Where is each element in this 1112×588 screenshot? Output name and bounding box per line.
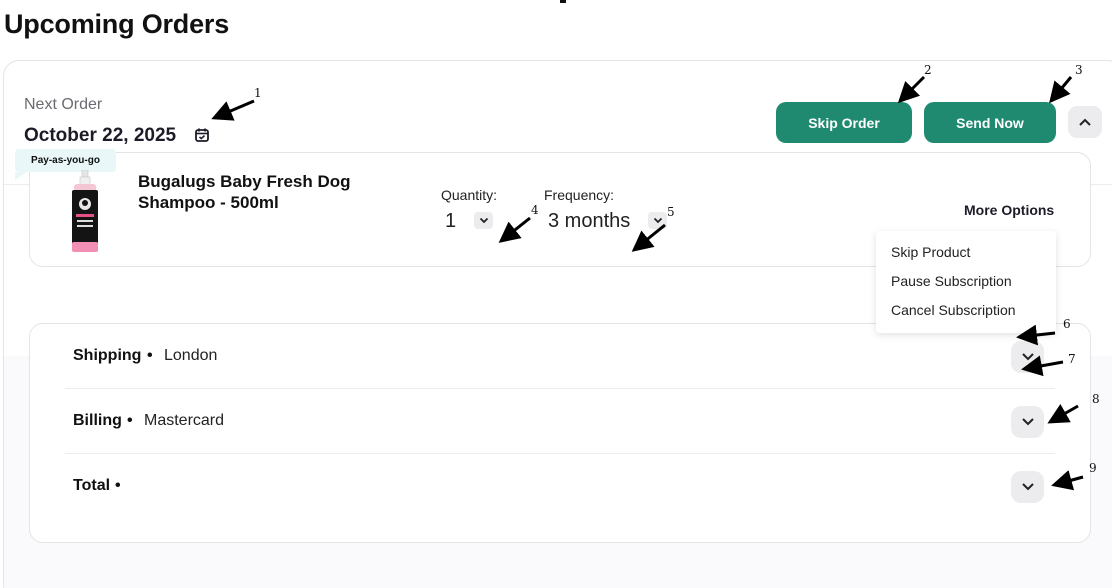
separator-dot: •	[147, 347, 153, 364]
collapse-order-button[interactable]	[1068, 106, 1102, 138]
frequency-label: Frequency:	[544, 187, 615, 203]
annotation-number-4: 4	[531, 203, 539, 217]
badge-tail	[15, 172, 27, 180]
shipping-value: London	[164, 347, 218, 364]
total-expand-button[interactable]	[1011, 471, 1044, 503]
product-name: Bugalugs Baby Fresh Dog Shampoo - 500ml	[138, 172, 351, 212]
annotation-number-2: 2	[924, 63, 932, 77]
chevron-down-icon	[1021, 483, 1034, 491]
more-options-menu: Skip Product Pause Subscription Cancel S…	[876, 231, 1056, 333]
chevron-down-icon	[1021, 353, 1034, 361]
annotation-number-9: 9	[1089, 461, 1097, 475]
frequency-value: 3 months	[548, 210, 631, 232]
total-label: Total	[73, 477, 111, 494]
top-edge-mark	[560, 0, 566, 3]
skip-order-button[interactable]: Skip Order	[776, 102, 912, 143]
shipping-label: Shipping	[73, 347, 142, 364]
chevron-down-icon	[653, 217, 662, 224]
frequency-dropdown-button[interactable]	[648, 212, 667, 229]
menu-item-skip-product[interactable]: Skip Product	[891, 244, 970, 260]
billing-label: Billing	[73, 412, 122, 429]
calendar-check-icon[interactable]	[194, 127, 210, 143]
chevron-down-icon	[479, 217, 488, 224]
quantity-label: Quantity:	[441, 187, 498, 203]
next-order-label: Next Order	[24, 96, 103, 113]
annotation-number-5: 5	[667, 205, 675, 219]
menu-item-pause-subscription[interactable]: Pause Subscription	[891, 273, 1012, 289]
next-order-date: October 22, 2025	[24, 125, 177, 146]
separator-dot: •	[115, 477, 121, 494]
shipping-row: Shipping • London	[65, 324, 1055, 389]
billing-value: Mastercard	[144, 412, 225, 429]
pay-as-you-go-badge: Pay-as-you-go	[15, 149, 116, 172]
separator-dot: •	[127, 412, 133, 429]
annotation-number-8: 8	[1092, 392, 1100, 406]
annotation-number-3: 3	[1075, 63, 1083, 77]
annotation-number-6: 6	[1063, 317, 1071, 331]
billing-row: Billing • Mastercard	[65, 389, 1055, 454]
quantity-dropdown-button[interactable]	[474, 212, 493, 229]
billing-expand-button[interactable]	[1011, 406, 1044, 438]
menu-item-cancel-subscription[interactable]: Cancel Subscription	[891, 302, 1016, 318]
quantity-value: 1	[445, 210, 457, 232]
chevron-down-icon	[1021, 418, 1034, 426]
shipping-expand-button[interactable]	[1011, 341, 1044, 373]
chevron-up-icon	[1079, 118, 1091, 126]
total-row: Total •	[65, 454, 1055, 519]
send-now-button[interactable]: Send Now	[924, 102, 1056, 143]
annotation-number-7: 7	[1068, 352, 1076, 366]
annotation-number-1: 1	[254, 86, 262, 100]
order-summary-card: Shipping • London Billing • Mastercard T…	[29, 323, 1091, 543]
more-options-button[interactable]: More Options	[964, 202, 1054, 218]
product-bottle-image	[72, 170, 98, 252]
page-title: Upcoming Orders	[4, 9, 230, 39]
